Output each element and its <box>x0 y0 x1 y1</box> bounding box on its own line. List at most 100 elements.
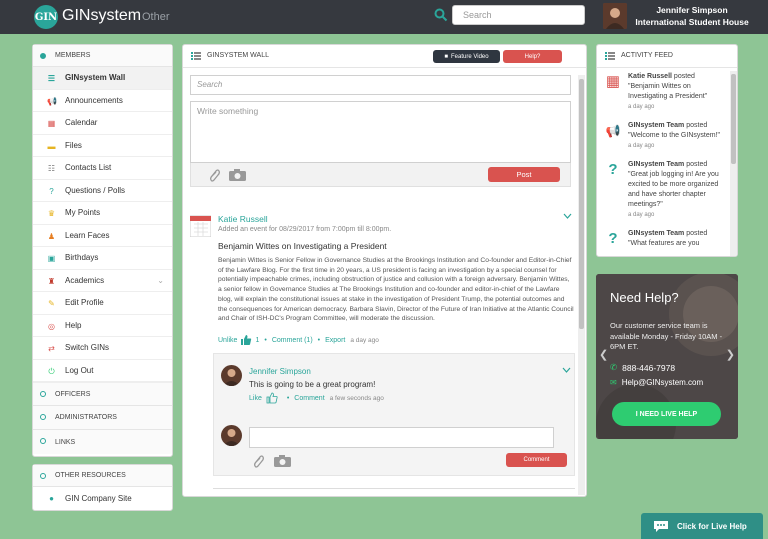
activity-time: a day ago <box>628 104 655 110</box>
sidebar-item-log-out[interactable]: ⏻ Log Out <box>33 360 172 382</box>
activity-verb: posted <box>686 122 708 129</box>
paperclip-icon[interactable] <box>253 454 265 468</box>
wall-search-input[interactable]: Search <box>190 75 571 95</box>
help-next-arrow[interactable]: ❯ <box>726 348 735 361</box>
feed-list: ▦ Katie Russell posted "Benjamin Wittes on… <box>597 72 729 256</box>
help-text: Our customer service team is available M… <box>610 321 723 351</box>
camera-icon[interactable] <box>274 455 291 467</box>
activity-item[interactable]: ? GINsystem Team posted "What features are… <box>597 229 729 249</box>
user-avatar[interactable] <box>603 3 627 29</box>
brand-sub: Other <box>142 11 170 23</box>
comment-reply-link[interactable]: Comment <box>294 395 324 402</box>
sidebar-item-label: Contacts List <box>65 163 112 173</box>
comment-author[interactable]: Jennifer Simpson <box>249 367 311 376</box>
officers-header[interactable]: OFFICERS <box>33 382 172 406</box>
unlike-link[interactable]: Unlike <box>218 337 237 344</box>
like-count: 1 <box>255 336 260 344</box>
live-help-button[interactable]: I NEED LIVE HELP <box>612 402 721 426</box>
pencil-icon: ✎ <box>48 299 55 308</box>
sidebar-item-ginsystem-wall[interactable]: ☰ GINsystem Wall <box>33 67 172 90</box>
sidebar-item-calendar[interactable]: ▦ Calendar <box>33 112 172 135</box>
calendar-icon: ▦ <box>47 119 56 128</box>
camera-icon[interactable] <box>229 169 246 181</box>
links-header[interactable]: LINKS <box>33 430 172 454</box>
post-button[interactable]: Post <box>488 167 560 182</box>
feed-scrollbar-thumb[interactable] <box>731 74 736 164</box>
user-name[interactable]: Jennifer Simpson International Student H… <box>632 4 752 28</box>
comment-text: This is going to be a great program! <box>249 380 376 389</box>
administrators-header[interactable]: ADMINISTRATORS <box>33 406 172 430</box>
chevron-down-icon[interactable]: ⌄ <box>157 276 164 285</box>
help-title: Need Help? <box>610 290 679 305</box>
gift-icon: ▣ <box>47 254 56 263</box>
comment-link[interactable]: Comment (1) <box>272 337 313 344</box>
folder-icon: ▬ <box>47 141 56 151</box>
sidebar-item-edit-profile[interactable]: ✎ Edit Profile <box>33 292 172 315</box>
other-resources-header[interactable]: OTHER RESOURCES <box>33 465 172 487</box>
feed-scrollbar[interactable] <box>730 71 737 256</box>
feature-video-button[interactable]: ■ Feature Video <box>433 50 500 63</box>
sidebar-item-files[interactable]: ▬ Files <box>33 135 172 157</box>
chat-icon <box>654 520 668 532</box>
gin-logo[interactable]: GIN <box>34 5 58 29</box>
activity-quote: "What features are you <box>628 240 700 247</box>
sidebar-item-learn-faces[interactable]: ♟ Learn Faces <box>33 225 172 247</box>
activity-item[interactable]: 📢 GINsystem Team posted "Welcome to the GI… <box>597 121 729 151</box>
help-prev-arrow[interactable]: ❮ <box>599 348 608 361</box>
sidebar-item-label: Calendar <box>65 118 98 128</box>
help-label: Help? <box>524 53 541 60</box>
search-icon[interactable] <box>434 8 448 22</box>
comment-button[interactable]: Comment <box>506 453 567 467</box>
live-help-text: Click for Live Help <box>677 521 747 531</box>
paperclip-icon[interactable] <box>209 168 221 182</box>
chevron-down-icon[interactable] <box>563 213 572 219</box>
comment-input[interactable] <box>249 427 554 448</box>
chevron-down-icon[interactable] <box>562 367 571 373</box>
activity-item[interactable]: ▦ Katie Russell posted "Benjamin Wittes on… <box>597 72 729 112</box>
help-email[interactable]: ✉ Help@GINsystem.com <box>610 378 703 387</box>
sidebar-item-contacts-list[interactable]: ☷ Contacts List <box>33 157 172 180</box>
sidebar-item-help[interactable]: ◎ Help <box>33 315 172 337</box>
members-header[interactable]: MEMBERS <box>33 45 172 67</box>
sidebar-item-birthdays[interactable]: ▣ Birthdays <box>33 247 172 270</box>
activity-name[interactable]: GINsystem Team <box>628 161 684 168</box>
post-actions: Unlike 1 • Comment (1) • Export a day ag… <box>218 334 379 346</box>
company-site-link[interactable]: ● GIN Company Site <box>33 487 172 510</box>
post-author[interactable]: Katie Russell <box>218 214 268 224</box>
export-link[interactable]: Export <box>325 337 345 344</box>
sidebar-item-academics[interactable]: ♜ Academics ⌄ <box>33 270 172 292</box>
sidebar-item-switch-gins[interactable]: ⇄ Switch GINs <box>33 337 172 360</box>
video-icon: ■ <box>444 53 449 60</box>
activity-item[interactable]: ? GINsystem Team posted "Great job logging… <box>597 160 729 220</box>
composer-toolbar: Post <box>190 163 571 187</box>
comment-avatar[interactable] <box>221 365 242 386</box>
list-icon: ☰ <box>47 74 56 83</box>
click-for-live-help-tab[interactable]: Click for Live Help <box>641 513 763 539</box>
feature-video-label: Feature Video <box>451 53 489 60</box>
sidebar-item-questions-polls[interactable]: ? Questions / Polls <box>33 180 172 202</box>
thumbs-up-icon[interactable] <box>240 334 252 346</box>
help-button[interactable]: Help? <box>503 50 562 63</box>
sidebar-item-my-points[interactable]: ♛ My Points <box>33 202 172 225</box>
sidebar-item-label: Help <box>65 320 82 330</box>
write-something-textarea[interactable]: Write something <box>190 101 571 163</box>
wall-scrollbar-thumb[interactable] <box>579 79 584 329</box>
wall-title: GINSYSTEM WALL <box>207 52 269 59</box>
help-phone[interactable]: ✆ 888-446-7978 <box>610 362 675 373</box>
thumbs-up-icon[interactable] <box>266 392 278 404</box>
activity-name[interactable]: Katie Russell <box>628 73 672 80</box>
wall-scrollbar[interactable] <box>578 75 585 495</box>
sidebar-item-announcements[interactable]: 📢 Announcements <box>33 90 172 112</box>
sidebar-item-label: Announcements <box>65 95 123 105</box>
like-link[interactable]: Like <box>249 395 262 402</box>
question-icon: ? <box>49 186 54 196</box>
comment-actions: Like • Comment a few seconds ago <box>249 392 384 404</box>
activity-feed-panel: ACTIVITY FEED ▦ Katie Russell posted "Benj… <box>596 44 738 257</box>
dot-icon <box>40 391 46 397</box>
top-search-input[interactable]: Search <box>452 5 585 25</box>
activity-name[interactable]: GINsystem Team <box>628 230 684 237</box>
brand-name: GINsystem <box>62 7 142 24</box>
activity-name[interactable]: GINsystem Team <box>628 122 684 129</box>
dot-icon <box>40 53 46 59</box>
my-avatar <box>221 425 242 446</box>
